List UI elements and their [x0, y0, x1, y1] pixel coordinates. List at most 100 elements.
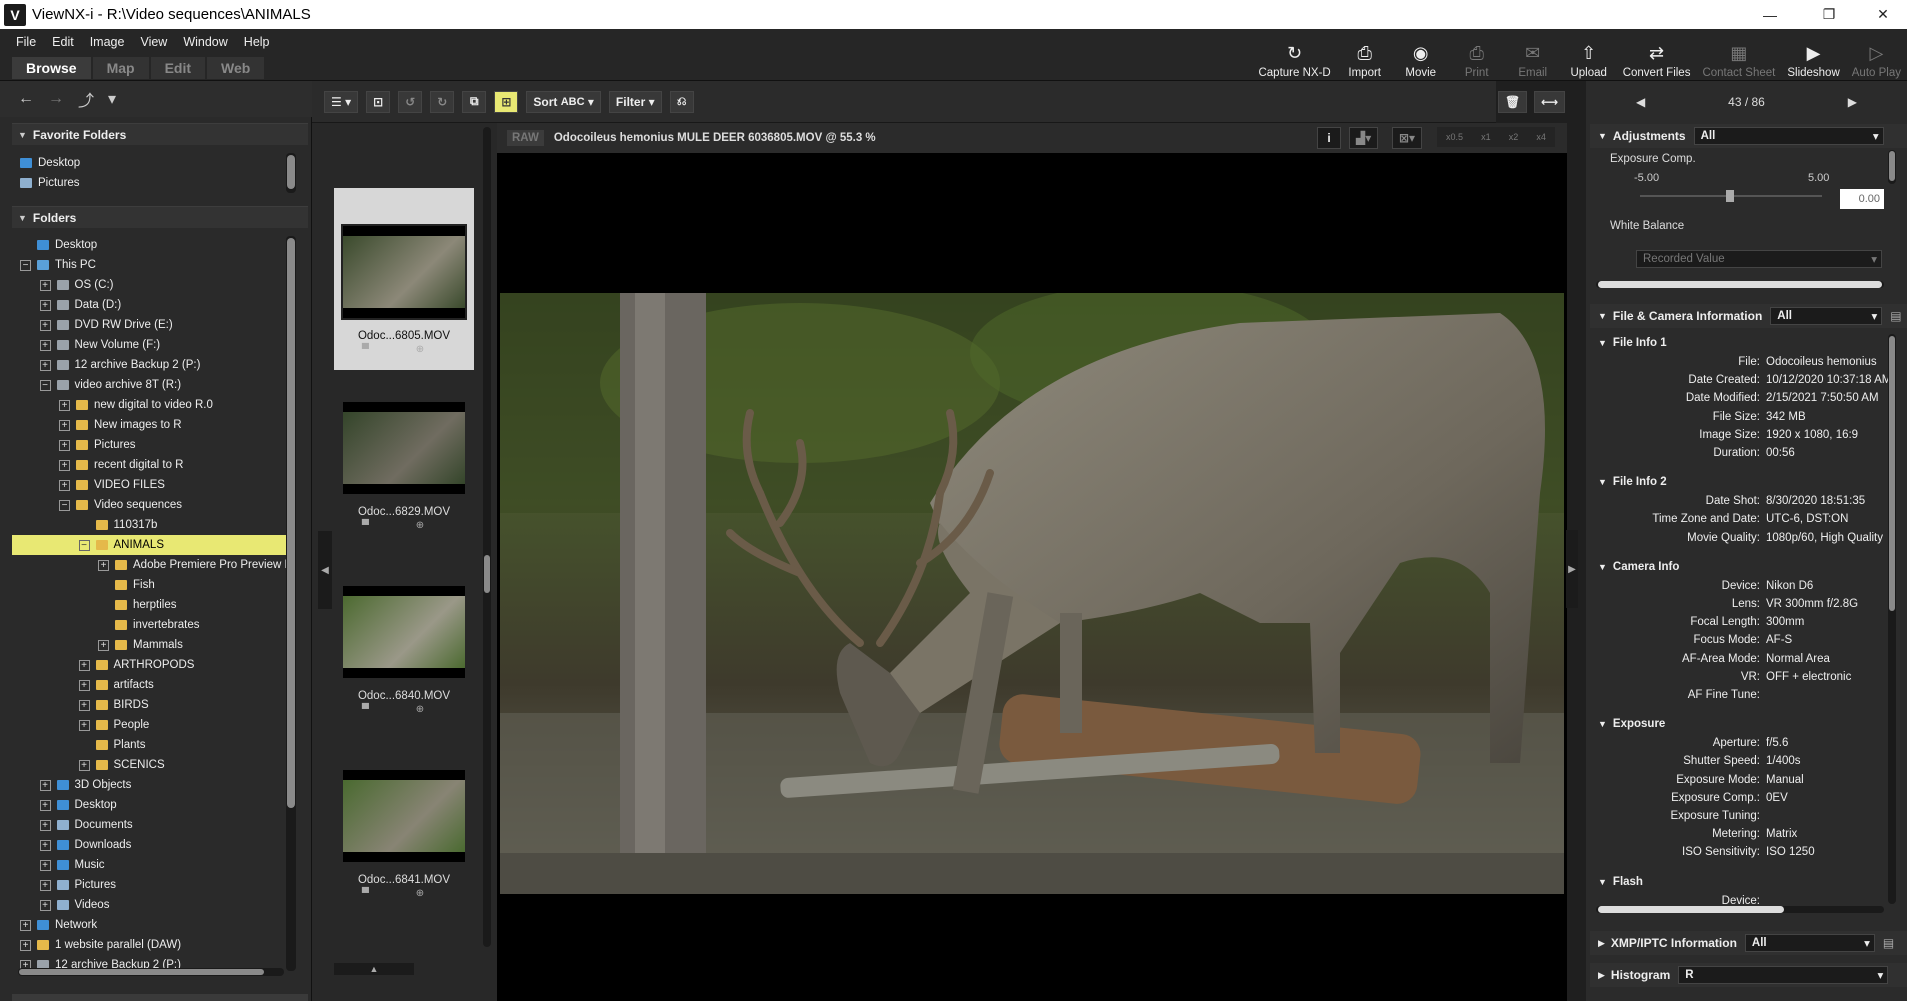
- expand-toggle-icon[interactable]: +: [39, 779, 51, 791]
- expand-toggle-icon[interactable]: +: [39, 899, 51, 911]
- contact-sheet-button[interactable]: ▦ Contact Sheet: [1696, 31, 1781, 80]
- thumbnail-item[interactable]: Odoc...6805.MOV ▀ ⊕: [334, 188, 474, 370]
- favorite-item[interactable]: Pictures: [12, 173, 292, 193]
- back-arrow-icon[interactable]: ←: [18, 90, 34, 108]
- select-icon[interactable]: ⊞: [494, 90, 519, 113]
- folders-scrollbar[interactable]: [286, 236, 296, 971]
- exposure-slider-handle[interactable]: [1726, 190, 1734, 202]
- close-button[interactable]: ✕: [1860, 0, 1906, 29]
- thumbnail-scrollbar[interactable]: [483, 127, 491, 947]
- frame-icon[interactable]: ⊠▾: [1392, 127, 1423, 149]
- expand-toggle-icon[interactable]: +: [59, 479, 70, 491]
- forward-arrow-icon[interactable]: →: [48, 90, 64, 108]
- folder-tree-item[interactable]: + New Volume (F:): [12, 335, 286, 355]
- folder-tree-item[interactable]: + People: [12, 715, 286, 735]
- exposure-value-field[interactable]: 0.00: [1840, 189, 1884, 209]
- expand-toggle-icon[interactable]: +: [39, 339, 51, 351]
- email-button[interactable]: ✉ Email: [1505, 31, 1561, 80]
- folder-tree-item[interactable]: + Desktop: [12, 795, 286, 815]
- file-info-scrollbar[interactable]: [1888, 334, 1896, 904]
- folder-tree-item[interactable]: +3D Objects: [12, 775, 286, 795]
- folder-tree-item[interactable]: + Network: [12, 915, 286, 935]
- expand-toggle-icon[interactable]: −: [20, 259, 31, 271]
- info-group-header[interactable]: ▼ File Info 2: [1598, 473, 1888, 491]
- folder-tree-item[interactable]: Plants: [12, 735, 286, 755]
- folder-tree-item[interactable]: + Pictures: [12, 875, 286, 895]
- histogram-header[interactable]: ▶ Histogram R ▾: [1590, 963, 1907, 987]
- xmp-settings-icon[interactable]: ▤: [1883, 936, 1894, 950]
- folder-tree-item[interactable]: + New images to R: [12, 415, 286, 435]
- print-button[interactable]: ⎙ Print: [1449, 31, 1505, 80]
- folder-tree-item[interactable]: + SCENICS: [12, 755, 286, 775]
- folder-tree-item[interactable]: − ANIMALS: [12, 535, 286, 555]
- favorite-folders-header[interactable]: ▼ Favorite Folders: [12, 123, 308, 145]
- folder-tree-item[interactable]: Desktop: [12, 235, 286, 255]
- folder-tree-item[interactable]: invertebrates: [12, 615, 286, 635]
- strip-scroll-up-button[interactable]: ▲: [334, 963, 414, 975]
- folder-tree-item[interactable]: − This PC: [12, 255, 286, 275]
- previous-image-button[interactable]: ◀: [1636, 95, 1645, 109]
- folder-tree-item[interactable]: − Video sequences: [12, 495, 286, 515]
- auto-play-button[interactable]: ▷ Auto Play: [1846, 31, 1907, 80]
- expand-toggle-icon[interactable]: +: [59, 419, 70, 431]
- folder-tree-item[interactable]: + ARTHROPODS: [12, 655, 286, 675]
- folder-tree-item[interactable]: + recent digital to R: [12, 455, 286, 475]
- expand-toggle-icon[interactable]: +: [78, 719, 90, 731]
- folder-tree-item[interactable]: − video archive 8T (R:): [12, 375, 286, 395]
- xmp-select[interactable]: All ▾: [1744, 934, 1875, 952]
- white-balance-select[interactable]: Recorded Value ▾: [1636, 250, 1882, 268]
- adjustments-select[interactable]: All ▾: [1693, 127, 1884, 145]
- maximize-button[interactable]: ❐: [1806, 0, 1852, 29]
- file-info-select[interactable]: All ▾: [1770, 307, 1883, 325]
- sort-button[interactable]: Sort ABC ▾: [526, 90, 601, 113]
- thumbnail-item[interactable]: Odoc...6840.MOV ▀ ⊕: [334, 556, 474, 738]
- folder-tree-item[interactable]: + Documents: [12, 815, 286, 835]
- expand-toggle-icon[interactable]: +: [59, 399, 70, 411]
- info-group-header[interactable]: ▼ File Info 1: [1598, 334, 1888, 352]
- expand-toggle-icon[interactable]: −: [39, 379, 51, 391]
- movie-button[interactable]: ◉ Movie: [1393, 31, 1449, 80]
- thumbnail-item[interactable]: Odoc...6829.MOV ▀ ⊕: [334, 372, 474, 554]
- folder-tree-item[interactable]: + new digital to video R.0: [12, 395, 286, 415]
- folder-options-icon[interactable]: ▾: [108, 89, 116, 109]
- folder-tree-item[interactable]: + DVD RW Drive (E:): [12, 315, 286, 335]
- trash-icon[interactable]: 🗑: [1498, 91, 1528, 113]
- menu-window[interactable]: Window: [175, 33, 235, 51]
- raw-badge[interactable]: RAW: [507, 130, 544, 146]
- folders-hscrollbar[interactable]: [18, 968, 284, 976]
- expand-toggle-icon[interactable]: +: [59, 439, 70, 451]
- thumbnail-item[interactable]: Odoc...6841.MOV ▀ ⊕: [334, 740, 474, 922]
- folder-tree-item[interactable]: +1 website parallel (DAW): [12, 935, 286, 955]
- menu-view[interactable]: View: [132, 33, 175, 51]
- favorite-item[interactable]: Desktop: [12, 153, 292, 173]
- folder-tree-item[interactable]: + artifacts: [12, 675, 286, 695]
- favorites-scrollbar[interactable]: [286, 153, 296, 193]
- folder-tree-item[interactable]: + Mammals: [12, 635, 286, 655]
- expand-toggle-icon[interactable]: +: [39, 359, 51, 371]
- expand-toggle-icon[interactable]: +: [39, 319, 51, 331]
- expand-toggle-icon[interactable]: −: [78, 539, 90, 551]
- adjustments-hscrollbar[interactable]: [1596, 281, 1884, 288]
- expand-toggle-icon[interactable]: +: [98, 559, 109, 571]
- expand-toggle-icon[interactable]: +: [39, 859, 51, 871]
- upload-button[interactable]: ⇧ Upload: [1561, 31, 1617, 80]
- tab-browse[interactable]: Browse: [12, 57, 91, 79]
- expand-toggle-icon[interactable]: +: [20, 919, 31, 931]
- convert-files-button[interactable]: ⇄ Convert Files: [1617, 31, 1697, 80]
- folder-tree-item[interactable]: + Videos: [12, 895, 286, 915]
- slideshow-button[interactable]: ▶ Slideshow: [1781, 31, 1845, 80]
- next-image-button[interactable]: ▶: [1848, 95, 1857, 109]
- info-settings-icon[interactable]: ▤: [1890, 309, 1901, 323]
- folder-tree-item[interactable]: + Pictures: [12, 435, 286, 455]
- expand-toggle-icon[interactable]: +: [78, 659, 90, 671]
- menu-file[interactable]: File: [8, 33, 44, 51]
- menu-help[interactable]: Help: [236, 33, 278, 51]
- expand-toggle-icon[interactable]: +: [39, 819, 51, 831]
- full-screen-toggle-icon[interactable]: ⟷: [1534, 91, 1566, 113]
- collapse-right-panel-button[interactable]: ▶: [1566, 530, 1578, 608]
- folders-header[interactable]: ▼ Folders: [12, 206, 308, 228]
- tab-edit[interactable]: Edit: [150, 57, 206, 79]
- expand-toggle-icon[interactable]: +: [39, 839, 51, 851]
- folder-tree-item[interactable]: Fish: [12, 575, 286, 595]
- capture-nx-d-button[interactable]: ↻ Capture NX-D: [1252, 31, 1336, 80]
